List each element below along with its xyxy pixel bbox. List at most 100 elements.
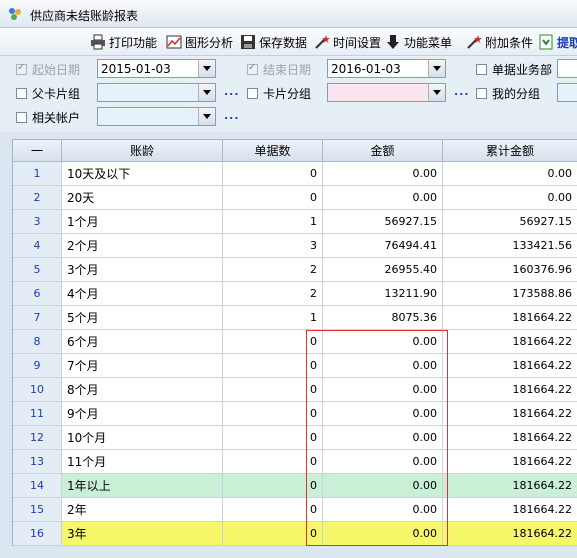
end-date-checkbox[interactable] [247,62,258,75]
table-row[interactable]: 13 11个月 0 0.00 181664.22 [13,450,577,474]
amount-cell[interactable]: 0.00 [323,330,443,354]
amount-cell[interactable]: 0.00 [323,402,443,426]
my-group-select[interactable] [557,83,577,102]
function-menu-button[interactable]: 功能菜单 [385,33,452,51]
row-number-header[interactable]: 一 [13,140,62,162]
amount-cell[interactable]: 0.00 [323,354,443,378]
amount-cell[interactable]: 13211.90 [323,282,443,306]
parent-card-group-more-button[interactable]: ... [224,85,240,98]
amount-cell[interactable]: 0.00 [323,162,443,186]
age-cell[interactable]: 2年 [62,498,223,522]
count-cell[interactable]: 0 [223,498,323,522]
cumulative-cell[interactable]: 160376.96 [443,258,577,282]
cumulative-cell[interactable]: 133421.56 [443,234,577,258]
print-button[interactable]: 打印功能 [90,33,157,51]
row-number-cell[interactable]: 6 [13,282,62,306]
start-date-select[interactable]: 2015-01-03 [97,59,216,78]
count-cell[interactable]: 3 [223,234,323,258]
table-row[interactable]: 10 8个月 0 0.00 181664.22 [13,378,577,402]
count-cell[interactable]: 0 [223,522,323,546]
biz-dept-checkbox[interactable] [476,64,487,75]
chart-button[interactable]: 图形分析 [166,33,233,51]
count-cell[interactable]: 1 [223,306,323,330]
table-row[interactable]: 9 7个月 0 0.00 181664.22 [13,354,577,378]
age-cell[interactable]: 4个月 [62,282,223,306]
row-number-cell[interactable]: 1 [13,162,62,186]
amount-cell[interactable]: 0.00 [323,426,443,450]
age-cell[interactable]: 5个月 [62,306,223,330]
age-cell[interactable]: 10天及以下 [62,162,223,186]
count-cell[interactable]: 0 [223,426,323,450]
age-cell[interactable]: 10个月 [62,426,223,450]
count-cell[interactable]: 0 [223,186,323,210]
cumulative-cell[interactable]: 181664.22 [443,330,577,354]
count-cell[interactable]: 0 [223,162,323,186]
chevron-down-icon[interactable] [198,108,215,125]
table-row[interactable]: 4 2个月 3 76494.41 133421.56 [13,234,577,258]
table-row[interactable]: 5 3个月 2 26955.40 160376.96 [13,258,577,282]
amount-column-header[interactable]: 金额 [323,140,443,162]
count-cell[interactable]: 2 [223,282,323,306]
count-cell[interactable]: 0 [223,402,323,426]
amount-cell[interactable]: 56927.15 [323,210,443,234]
row-number-cell[interactable]: 3 [13,210,62,234]
count-cell[interactable]: 0 [223,330,323,354]
cumulative-cell[interactable]: 0.00 [443,186,577,210]
count-cell[interactable]: 0 [223,450,323,474]
row-number-cell[interactable]: 4 [13,234,62,258]
age-column-header[interactable]: 账龄 [62,140,223,162]
chevron-down-icon[interactable] [428,60,445,77]
table-row[interactable]: 3 1个月 1 56927.15 56927.15 [13,210,577,234]
amount-cell[interactable]: 0.00 [323,378,443,402]
row-number-cell[interactable]: 13 [13,450,62,474]
row-number-cell[interactable]: 14 [13,474,62,498]
cumulative-cell[interactable]: 173588.86 [443,282,577,306]
cumulative-cell[interactable]: 56927.15 [443,210,577,234]
amount-cell[interactable]: 0.00 [323,474,443,498]
age-cell[interactable]: 7个月 [62,354,223,378]
table-row[interactable]: 12 10个月 0 0.00 181664.22 [13,426,577,450]
chevron-down-icon[interactable] [428,84,445,101]
amount-cell[interactable]: 0.00 [323,186,443,210]
row-number-cell[interactable]: 8 [13,330,62,354]
count-cell[interactable]: 0 [223,474,323,498]
age-cell[interactable]: 2个月 [62,234,223,258]
age-cell[interactable]: 8个月 [62,378,223,402]
table-row[interactable]: 7 5个月 1 8075.36 181664.22 [13,306,577,330]
row-number-cell[interactable]: 11 [13,402,62,426]
chevron-down-icon[interactable] [198,84,215,101]
age-cell[interactable]: 11个月 [62,450,223,474]
my-group-checkbox[interactable] [476,88,487,99]
cumulative-cell[interactable]: 181664.22 [443,378,577,402]
row-number-cell[interactable]: 12 [13,426,62,450]
row-number-cell[interactable]: 5 [13,258,62,282]
card-group-checkbox[interactable] [247,88,258,99]
table-row[interactable]: 15 2年 0 0.00 181664.22 [13,498,577,522]
count-column-header[interactable]: 单据数 [223,140,323,162]
related-account-select[interactable] [97,107,216,126]
table-row[interactable]: 1 10天及以下 0 0.00 0.00 [13,162,577,186]
count-cell[interactable]: 0 [223,354,323,378]
start-date-checkbox[interactable] [16,62,27,75]
table-row[interactable]: 11 9个月 0 0.00 181664.22 [13,402,577,426]
row-number-cell[interactable]: 10 [13,378,62,402]
amount-cell[interactable]: 0.00 [323,450,443,474]
cumulative-cell[interactable]: 181664.22 [443,474,577,498]
parent-card-group-checkbox[interactable] [16,88,27,99]
cumulative-cell[interactable]: 181664.22 [443,450,577,474]
amount-cell[interactable]: 0.00 [323,498,443,522]
cumulative-cell[interactable]: 181664.22 [443,354,577,378]
cumulative-column-header[interactable]: 累计金额 [443,140,577,162]
time-settings-button[interactable]: 时间设置 [314,33,381,51]
row-number-cell[interactable]: 9 [13,354,62,378]
amount-cell[interactable]: 0.00 [323,522,443,546]
count-cell[interactable]: 2 [223,258,323,282]
related-account-checkbox[interactable] [16,112,27,123]
card-group-more-button[interactable]: ... [454,85,470,98]
table-row[interactable]: 8 6个月 0 0.00 181664.22 [13,330,577,354]
card-group-select[interactable] [327,83,446,102]
table-row[interactable]: 2 20天 0 0.00 0.00 [13,186,577,210]
cumulative-cell[interactable]: 181664.22 [443,426,577,450]
cumulative-cell[interactable]: 181664.22 [443,498,577,522]
table-row[interactable]: 14 1年以上 0 0.00 181664.22 [13,474,577,498]
